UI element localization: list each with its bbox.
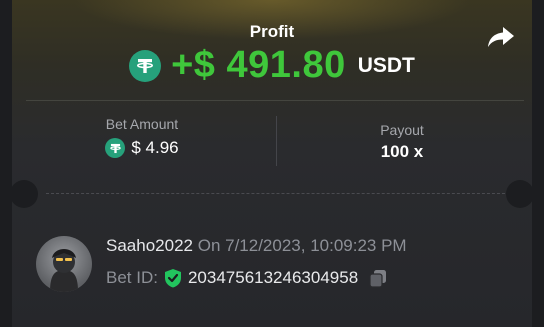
profit-amount: +$ 491.80 — [171, 44, 346, 86]
stats-section: Bet Amount $ 4.96 Payout 100 x — [12, 100, 532, 180]
ticket-notch-right — [506, 180, 532, 208]
user-line: Saaho2022 On 7/12/2023, 10:09:23 PM — [106, 236, 407, 256]
username[interactable]: Saaho2022 — [106, 236, 193, 255]
dashed-divider — [46, 193, 520, 194]
payout-value-text: 100 x — [380, 142, 424, 161]
profit-currency: USDT — [357, 53, 415, 77]
payout-value: 100 x — [272, 142, 532, 162]
profit-row: +$ 491.80 USDT — [12, 44, 532, 87]
user-info: Saaho2022 On 7/12/2023, 10:09:23 PM Bet … — [36, 234, 512, 294]
bet-detail-card: Profit +$ 491.80 USDT Bet Amount $ 4.96 … — [12, 0, 532, 327]
bet-amount-label: Bet Amount — [105, 116, 179, 132]
ticket-notch-left — [12, 180, 38, 208]
bet-id-row: Bet ID: 203475613246304958 — [106, 268, 388, 288]
bet-amount-value: $ 4.96 — [131, 138, 179, 157]
payout-stat: Payout 100 x — [272, 100, 532, 180]
copy-icon[interactable] — [368, 268, 388, 288]
profit-label: Profit — [249, 22, 295, 41]
bet-date: On 7/12/2023, 10:09:23 PM — [197, 236, 407, 255]
avatar[interactable] — [36, 236, 92, 292]
shield-check-icon — [164, 269, 181, 288]
payout-label: Payout — [380, 122, 424, 138]
bet-id-label: Bet ID: — [106, 268, 158, 287]
bet-id: 203475613246304958 — [187, 268, 359, 287]
bet-amount-stat: Bet Amount $ 4.96 — [12, 100, 272, 180]
tether-icon — [129, 49, 162, 82]
bet-amount-value-row: $ 4.96 — [12, 138, 272, 158]
tether-icon — [105, 138, 126, 158]
